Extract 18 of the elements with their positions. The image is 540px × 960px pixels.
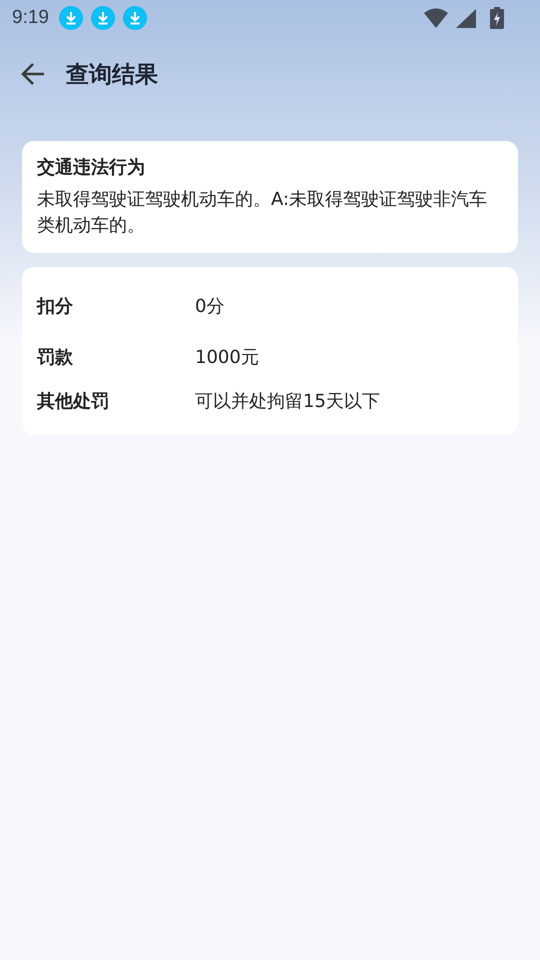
page-title: 查询结果	[66, 60, 158, 90]
back-button[interactable]	[20, 61, 46, 87]
penalty-value: 1000元	[195, 346, 260, 370]
signal-icon	[456, 8, 476, 28]
penalty-label: 扣分	[37, 295, 74, 319]
download-icon	[58, 6, 83, 30]
penalty-label: 其他处罚	[37, 390, 110, 414]
penalty-value: 0分	[195, 295, 226, 319]
penalty-value: 可以并处拘留15天以下	[195, 390, 381, 414]
wifi-icon	[424, 8, 448, 28]
back-arrow-icon	[20, 61, 46, 87]
battery-icon	[490, 7, 504, 29]
violation-title: 交通违法行为	[37, 156, 146, 179]
status-time: 9:19	[12, 7, 49, 29]
penalty-label: 罚款	[37, 346, 74, 370]
download-icon	[90, 6, 115, 30]
violation-description: 未取得驾驶证驾驶机动车的。A:未取得驾驶证驾驶非汽车类机动车的。	[37, 188, 488, 238]
download-icon	[122, 6, 147, 30]
